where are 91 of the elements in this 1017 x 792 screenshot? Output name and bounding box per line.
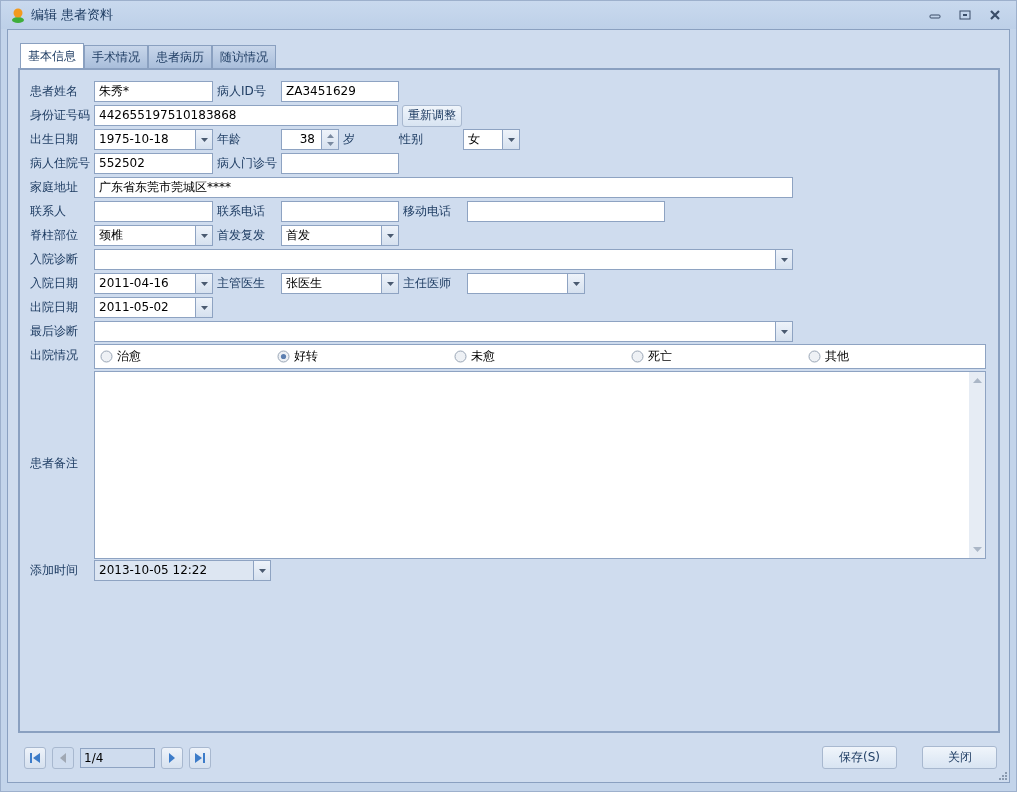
caret-icon: [780, 257, 788, 262]
tab[interactable]: 基本信息: [20, 43, 84, 68]
dropdown-field[interactable]: 颈椎: [94, 225, 213, 246]
person-icon: [10, 7, 26, 23]
radio-selected-icon[interactable]: [277, 350, 290, 363]
radio-icon[interactable]: [100, 350, 113, 363]
readjust-button[interactable]: 重新调整: [402, 104, 462, 127]
text-field[interactable]: [94, 201, 213, 222]
field-label: 移动电话: [403, 203, 452, 220]
field-label: 添加时间: [30, 562, 79, 579]
radio-icon[interactable]: [454, 350, 467, 363]
dropdown-field[interactable]: [467, 273, 585, 294]
maximize-icon[interactable]: [959, 9, 971, 21]
field-label: 主任医师: [403, 275, 452, 292]
caret-icon: [572, 281, 580, 286]
text-field[interactable]: 442655197510183868: [94, 105, 398, 126]
notes-field[interactable]: [94, 371, 986, 559]
unit-label: 岁: [343, 131, 356, 148]
field-label: 联系电话: [217, 203, 266, 220]
dropdown-field[interactable]: 首发: [281, 225, 399, 246]
dropdown-field[interactable]: 2011-05-02: [94, 297, 213, 318]
dropdown-field[interactable]: 1975-10-18: [94, 129, 213, 150]
dropdown-field[interactable]: 张医生: [281, 273, 399, 294]
resize-grip-icon[interactable]: [999, 772, 1007, 780]
scroll-up-icon[interactable]: [972, 378, 982, 383]
number-field[interactable]: 38: [281, 129, 339, 150]
save-button[interactable]: 保存(S): [822, 746, 897, 769]
caret-icon: [507, 137, 515, 142]
next-button[interactable]: [161, 746, 183, 769]
window-title: 编辑 患者资料: [31, 6, 114, 24]
text-field[interactable]: [467, 201, 665, 222]
caret-icon: [200, 281, 208, 286]
text-field[interactable]: [281, 201, 399, 222]
spinner-icon: [326, 132, 334, 147]
field-label: 身份证号码: [30, 107, 90, 124]
record-position-field[interactable]: 1/4: [80, 747, 155, 768]
radio-icon[interactable]: [631, 350, 644, 363]
field-label: 患者备注: [30, 454, 79, 472]
field-label: 入院诊断: [30, 251, 79, 268]
caret-icon: [386, 233, 394, 238]
field-label: 出生日期: [30, 131, 79, 148]
caret-icon: [258, 568, 266, 573]
caret-icon: [200, 305, 208, 310]
field-label: 出院情况: [30, 347, 79, 364]
text-field[interactable]: 广东省东莞市莞城区****: [94, 177, 793, 198]
field-label: 最后诊断: [30, 323, 79, 340]
field-label: 性别: [399, 131, 424, 148]
field-label: 家庭地址: [30, 179, 79, 196]
caret-icon: [386, 281, 394, 286]
dropdown-field[interactable]: 2011-04-16: [94, 273, 213, 294]
tab[interactable]: 患者病历: [148, 45, 212, 68]
dropdown-field[interactable]: 2013-10-05 12:22: [94, 560, 271, 581]
caret-icon: [200, 137, 208, 142]
tab[interactable]: 手术情况: [84, 45, 148, 68]
field-label: 病人ID号: [217, 83, 267, 100]
radio-label[interactable]: 其他: [825, 348, 849, 365]
field-label: 病人门诊号: [217, 155, 277, 172]
text-field[interactable]: [281, 153, 399, 174]
field-label: 年龄: [217, 131, 242, 148]
radio-label[interactable]: 死亡: [648, 348, 672, 365]
scroll-down-icon[interactable]: [972, 547, 982, 552]
dropdown-field[interactable]: 女: [463, 129, 520, 150]
first-icon: [29, 751, 41, 764]
dropdown-field[interactable]: [94, 321, 793, 342]
last-icon: [194, 751, 206, 764]
text-field[interactable]: 552502: [94, 153, 213, 174]
field-label: 联系人: [30, 203, 67, 220]
first-record-button[interactable]: [24, 746, 46, 769]
field-label: 首发复发: [217, 227, 266, 244]
close-icon[interactable]: [989, 9, 1001, 21]
right-triangle-icon: [168, 751, 176, 764]
left-triangle-icon: [59, 751, 67, 764]
scrollbar[interactable]: [969, 372, 985, 558]
field-label: 入院日期: [30, 275, 79, 292]
field-label: 脊柱部位: [30, 227, 79, 244]
caret-icon: [780, 329, 788, 334]
radio-label[interactable]: 治愈: [117, 348, 141, 365]
field-label: 病人住院号: [30, 155, 90, 172]
dropdown-field[interactable]: [94, 249, 793, 270]
radio-label[interactable]: 未愈: [471, 348, 495, 365]
last-record-button[interactable]: [189, 746, 211, 769]
radio-label[interactable]: 好转: [294, 348, 318, 365]
field-label: 患者姓名: [30, 83, 79, 100]
caret-icon: [200, 233, 208, 238]
tab[interactable]: 随访情况: [212, 45, 276, 68]
text-field[interactable]: ZA3451629: [281, 81, 399, 102]
text-field[interactable]: 朱秀*: [94, 81, 213, 102]
field-label: 出院日期: [30, 299, 79, 316]
field-label: 主管医生: [217, 275, 266, 292]
close-button[interactable]: 关闭: [922, 746, 997, 769]
radio-icon[interactable]: [808, 350, 821, 363]
